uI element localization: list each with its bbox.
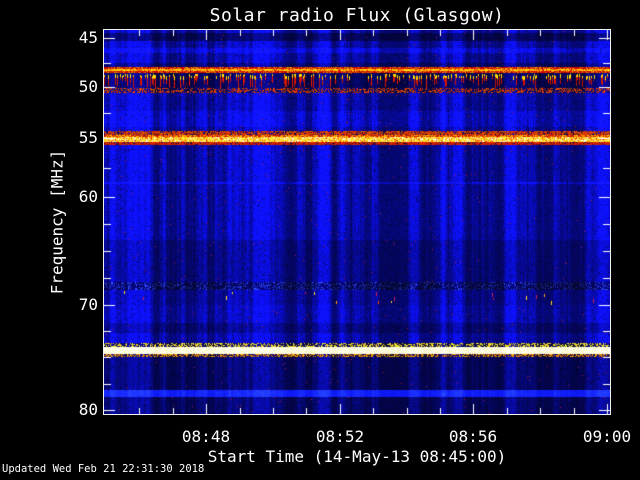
x-tick-label: 08:48 [181,427,231,446]
x-tick-label: 09:00 [582,427,632,446]
y-tick-label: 60 [78,187,98,206]
updated-timestamp: Updated Wed Feb 21 22:31:30 2018 [2,463,205,475]
y-tick-label: 50 [78,77,98,96]
y-tick-label: 80 [78,400,98,419]
x-tick-label: 08:52 [315,427,365,446]
chart-title: Solar radio Flux (Glasgow) [209,5,505,26]
spectrogram-window: Solar radio Flux (Glasgow) Frequency [MH… [0,0,640,480]
y-tick-label: 55 [78,128,98,147]
y-tick-label: 45 [78,28,98,47]
y-tick-label: 70 [78,295,98,314]
x-tick-label: 08:56 [448,427,498,446]
spectrogram-heatmap [103,29,611,415]
y-axis-title: Frequency [MHz] [47,149,67,295]
